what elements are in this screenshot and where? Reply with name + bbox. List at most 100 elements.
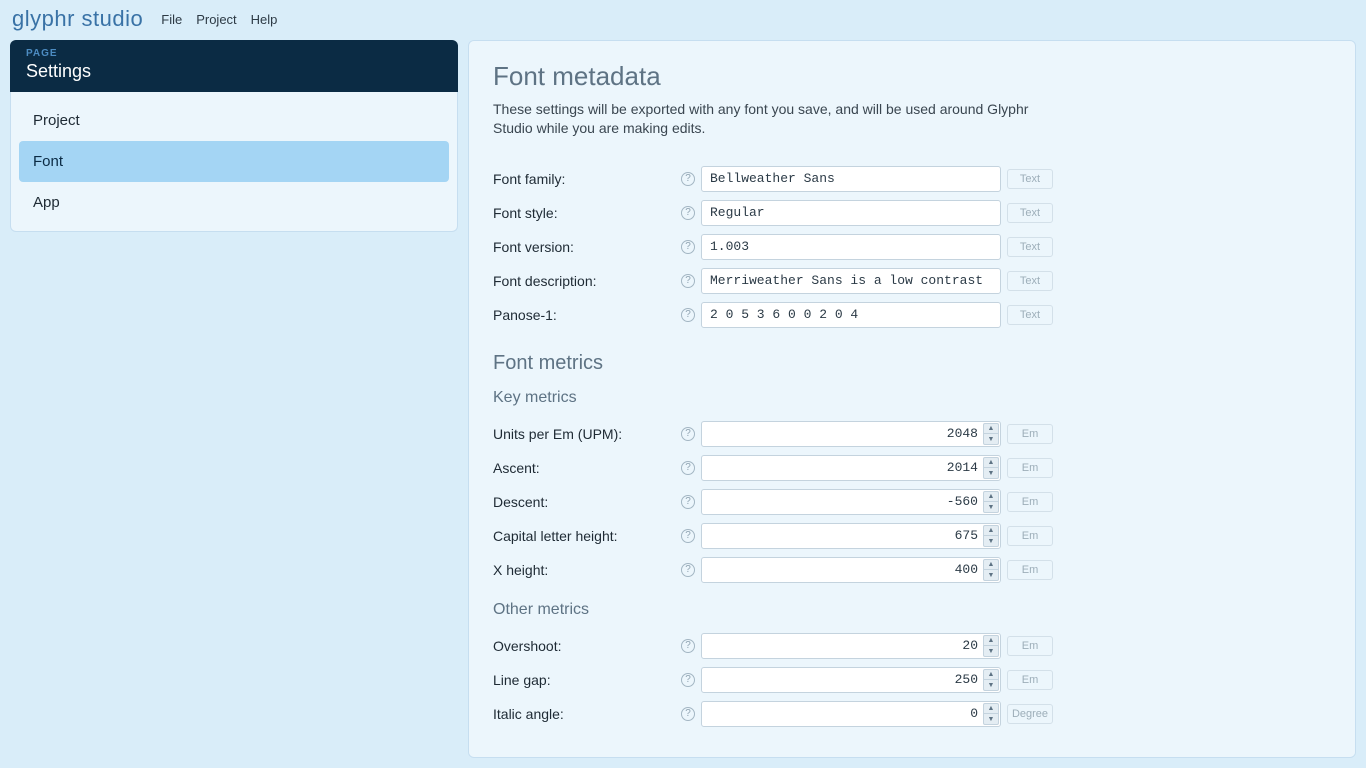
row-font-style: Font style: ? Text	[493, 196, 1331, 230]
chevron-down-icon[interactable]: ▼	[983, 433, 999, 445]
main-panel[interactable]: Font metadata These settings will be exp…	[468, 40, 1356, 758]
row-cap-height: Capital letter height: ? ▲▼ Em	[493, 519, 1331, 553]
label-overshoot: Overshoot:	[493, 638, 671, 654]
label-descent: Descent:	[493, 494, 671, 510]
row-font-description: Font description: ? Text	[493, 264, 1331, 298]
input-overshoot[interactable]	[701, 633, 1001, 659]
input-x-height[interactable]	[701, 557, 1001, 583]
input-descent[interactable]	[701, 489, 1001, 515]
help-icon[interactable]: ?	[681, 427, 695, 441]
input-upm[interactable]	[701, 421, 1001, 447]
help-icon[interactable]: ?	[681, 563, 695, 577]
chevron-down-icon[interactable]: ▼	[983, 501, 999, 513]
label-upm: Units per Em (UPM):	[493, 426, 671, 442]
settings-tabs: Project Font App	[10, 92, 458, 232]
unit-em: Em	[1007, 636, 1053, 656]
row-ascent: Ascent: ? ▲▼ Em	[493, 451, 1331, 485]
stepper[interactable]: ▲▼	[983, 703, 999, 725]
row-italic-angle: Italic angle: ? ▲▼ Degree	[493, 697, 1331, 731]
stepper[interactable]: ▲▼	[983, 491, 999, 513]
tab-app[interactable]: App	[19, 182, 449, 223]
input-font-description[interactable]	[701, 268, 1001, 294]
label-line-gap: Line gap:	[493, 672, 671, 688]
input-line-gap[interactable]	[701, 667, 1001, 693]
input-cap-height[interactable]	[701, 523, 1001, 549]
help-icon[interactable]: ?	[681, 529, 695, 543]
menu-file[interactable]: File	[161, 12, 182, 27]
stepper[interactable]: ▲▼	[983, 635, 999, 657]
label-font-style: Font style:	[493, 205, 671, 221]
unit-text: Text	[1007, 203, 1053, 223]
label-font-family: Font family:	[493, 171, 671, 187]
row-font-family: Font family: ? Text	[493, 162, 1331, 196]
help-icon[interactable]: ?	[681, 461, 695, 475]
label-cap-height: Capital letter height:	[493, 528, 671, 544]
chevron-up-icon[interactable]: ▲	[983, 491, 999, 502]
unit-text: Text	[1007, 271, 1053, 291]
label-panose: Panose-1:	[493, 307, 671, 323]
unit-em: Em	[1007, 492, 1053, 512]
sidebar: PAGE Settings Project Font App	[10, 40, 458, 758]
unit-text: Text	[1007, 237, 1053, 257]
row-upm: Units per Em (UPM): ? ▲▼ Em	[493, 417, 1331, 451]
unit-em: Em	[1007, 560, 1053, 580]
help-icon[interactable]: ?	[681, 639, 695, 653]
stepper[interactable]: ▲▼	[983, 423, 999, 445]
chevron-up-icon[interactable]: ▲	[983, 559, 999, 570]
input-font-family[interactable]	[701, 166, 1001, 192]
unit-em: Em	[1007, 526, 1053, 546]
section-other-metrics: Other metrics	[493, 601, 1331, 619]
menubar: File Project Help	[161, 12, 277, 27]
unit-em: Em	[1007, 670, 1053, 690]
chevron-up-icon[interactable]: ▲	[983, 525, 999, 536]
help-icon[interactable]: ?	[681, 206, 695, 220]
tab-font[interactable]: Font	[19, 141, 449, 182]
menu-project[interactable]: Project	[196, 12, 236, 27]
input-font-version[interactable]	[701, 234, 1001, 260]
unit-em: Em	[1007, 458, 1053, 478]
label-italic-angle: Italic angle:	[493, 706, 671, 722]
help-icon[interactable]: ?	[681, 274, 695, 288]
input-ascent[interactable]	[701, 455, 1001, 481]
unit-em: Em	[1007, 424, 1053, 444]
unit-text: Text	[1007, 169, 1053, 189]
help-icon[interactable]: ?	[681, 673, 695, 687]
help-icon[interactable]: ?	[681, 240, 695, 254]
chevron-down-icon[interactable]: ▼	[983, 467, 999, 479]
unit-text: Text	[1007, 305, 1053, 325]
page-header[interactable]: PAGE Settings	[10, 40, 458, 92]
menu-help[interactable]: Help	[251, 12, 278, 27]
input-font-style[interactable]	[701, 200, 1001, 226]
help-icon[interactable]: ?	[681, 308, 695, 322]
label-ascent: Ascent:	[493, 460, 671, 476]
chevron-down-icon[interactable]: ▼	[983, 679, 999, 691]
topbar: glyphr studio File Project Help	[0, 0, 1366, 38]
section-metadata-desc: These settings will be exported with any…	[493, 100, 1053, 138]
stepper[interactable]: ▲▼	[983, 559, 999, 581]
stepper[interactable]: ▲▼	[983, 457, 999, 479]
section-links: Links	[493, 757, 1331, 758]
page-title: Settings	[26, 61, 442, 82]
chevron-up-icon[interactable]: ▲	[983, 669, 999, 680]
stepper[interactable]: ▲▼	[983, 525, 999, 547]
row-line-gap: Line gap: ? ▲▼ Em	[493, 663, 1331, 697]
chevron-up-icon[interactable]: ▲	[983, 423, 999, 434]
section-font-metrics: Font metrics	[493, 352, 1331, 375]
row-font-version: Font version: ? Text	[493, 230, 1331, 264]
chevron-down-icon[interactable]: ▼	[983, 535, 999, 547]
tab-project[interactable]: Project	[19, 100, 449, 141]
chevron-down-icon[interactable]: ▼	[983, 569, 999, 581]
input-panose[interactable]	[701, 302, 1001, 328]
help-icon[interactable]: ?	[681, 495, 695, 509]
row-panose: Panose-1: ? Text	[493, 298, 1331, 332]
stepper[interactable]: ▲▼	[983, 669, 999, 691]
chevron-up-icon[interactable]: ▲	[983, 635, 999, 646]
row-x-height: X height: ? ▲▼ Em	[493, 553, 1331, 587]
chevron-up-icon[interactable]: ▲	[983, 703, 999, 714]
help-icon[interactable]: ?	[681, 172, 695, 186]
input-italic-angle[interactable]	[701, 701, 1001, 727]
chevron-up-icon[interactable]: ▲	[983, 457, 999, 468]
chevron-down-icon[interactable]: ▼	[983, 713, 999, 725]
chevron-down-icon[interactable]: ▼	[983, 645, 999, 657]
help-icon[interactable]: ?	[681, 707, 695, 721]
